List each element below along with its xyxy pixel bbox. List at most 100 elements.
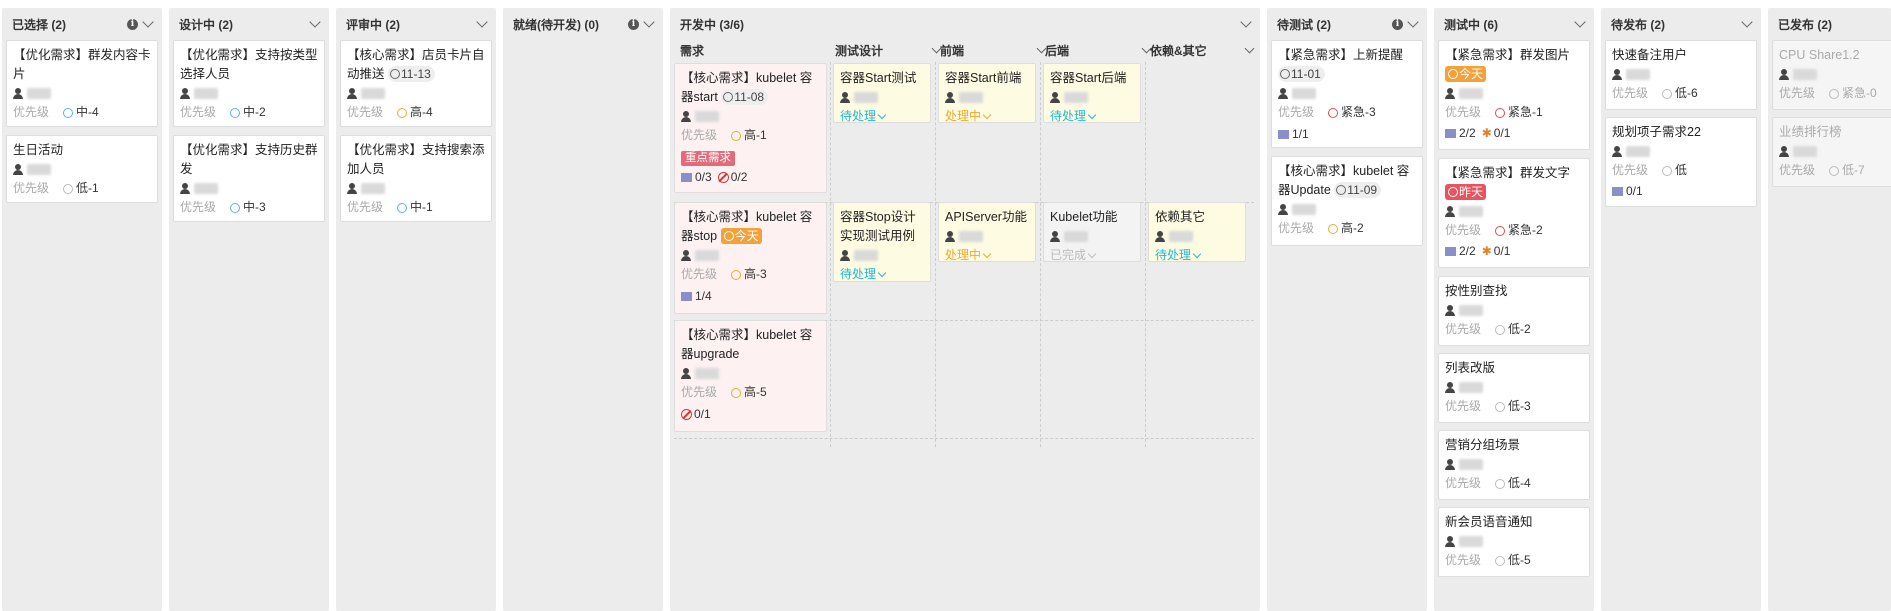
priority-ring-icon xyxy=(1328,223,1339,234)
story-card[interactable]: 新会员语音通知 优先级 低-5 xyxy=(1438,507,1590,577)
subcolumn-header-frontend[interactable]: 前端 xyxy=(940,40,1047,60)
subtask-count-text: 1/1 xyxy=(1292,127,1309,141)
card-title: 新会员语音通知 xyxy=(1445,515,1533,529)
assignee-name xyxy=(194,183,218,194)
subtask-icon xyxy=(1445,129,1456,138)
chevron-down-icon[interactable] xyxy=(1244,43,1255,53)
story-card[interactable]: 【紧急需求】上新提醒 11-01 优先级 紧急-3 1/1 xyxy=(1271,40,1423,148)
priority-value: 低-4 xyxy=(1508,476,1531,490)
chevron-down-icon[interactable] xyxy=(142,16,154,28)
card-title: 业绩排行榜 xyxy=(1779,125,1842,139)
chevron-down-icon[interactable] xyxy=(643,16,655,28)
status-dropdown[interactable]: 待处理 xyxy=(1050,107,1097,122)
column-header[interactable]: 设计中 (2) xyxy=(169,8,329,40)
chevron-down-icon[interactable] xyxy=(1574,16,1586,28)
chevron-down-icon[interactable] xyxy=(476,16,488,28)
card-title: 按性别查找 xyxy=(1445,284,1508,298)
card-title: 列表改版 xyxy=(1445,361,1496,375)
column-header[interactable]: 评审中 (2) xyxy=(336,8,496,40)
user-icon xyxy=(347,87,357,100)
story-card[interactable]: 【紧急需求】群发图片 今天 优先级 紧急-1 2/2 ✱ 0/1 xyxy=(1438,40,1590,150)
story-card[interactable]: 列表改版 优先级 低-3 xyxy=(1438,353,1590,423)
priority-label: 优先级 xyxy=(1445,105,1482,119)
subtask-count: 0/1 xyxy=(1612,182,1643,201)
card-title: 【优化需求】支持历史群发 xyxy=(180,143,318,176)
assignee-name xyxy=(959,231,983,242)
status-dropdown[interactable]: 处理中 xyxy=(945,246,992,261)
chevron-down-icon xyxy=(1192,249,1202,259)
story-card[interactable]: 【核心需求】店员卡片自动推送 11-13 优先级 高-4 xyxy=(340,40,492,127)
column-title: 待测试 (2) xyxy=(1277,17,1332,32)
priority-value: 紧急-0 xyxy=(1842,86,1877,100)
status-dropdown[interactable]: 待处理 xyxy=(840,265,887,281)
task-card[interactable]: 容器Start前端 处理中 xyxy=(938,63,1036,123)
story-card[interactable]: CPU Share1.2 优先级 紧急-0 xyxy=(1772,40,1891,110)
column-header[interactable]: 测试中 (6) xyxy=(1434,8,1594,40)
story-card[interactable]: 【核心需求】kubelet 容器Update 11-09 优先级 高-2 xyxy=(1271,156,1423,246)
assignee-name xyxy=(1793,146,1817,157)
subcolumn-header-deps[interactable]: 依赖&其它 xyxy=(1150,40,1255,60)
subcolumn-header-backend[interactable]: 后端 xyxy=(1045,40,1152,60)
column-design: 设计中 (2) 【优化需求】支持按类型选择人员 优先级 中-2 【优化需求】支持历… xyxy=(169,8,329,611)
status-dropdown[interactable]: 已完成 xyxy=(1050,246,1097,261)
info-icon[interactable]: i xyxy=(127,18,138,30)
task-card[interactable]: 依赖其它 待处理 xyxy=(1148,202,1246,262)
card-title: 【紧急需求】上新提醒 11-01 xyxy=(1278,46,1416,84)
chevron-down-icon[interactable] xyxy=(1407,16,1419,28)
status-dropdown[interactable]: 待处理 xyxy=(840,107,887,122)
chevron-down-icon[interactable] xyxy=(309,16,321,28)
subcolumn-header-test-design[interactable]: 测试设计 xyxy=(835,40,942,60)
bug-count: ✱ 0/1 xyxy=(1482,242,1511,261)
priority-label: 优先级 xyxy=(1612,86,1649,100)
chevron-down-icon[interactable] xyxy=(1240,16,1252,28)
chevron-down-icon[interactable] xyxy=(1741,16,1753,28)
assignee-name xyxy=(1169,231,1193,242)
column-header[interactable]: 已选择 (2) i xyxy=(2,8,162,40)
story-card[interactable]: 按性别查找 优先级 低-2 xyxy=(1438,276,1590,346)
column-developing: 开发中 (3/6) 需求 测试设计 前端 后端 依赖&其它 【核心需求】kube… xyxy=(670,8,1260,611)
task-card[interactable]: Kubelet功能 已完成 xyxy=(1043,202,1141,262)
story-card[interactable]: 营销分组场景 优先级 低-4 xyxy=(1438,430,1590,500)
task-card[interactable]: 容器Stop设计实现测试用例 待处理 xyxy=(833,202,931,282)
story-card[interactable]: 【核心需求】kubelet 容器stop 今天 优先级 高-3 1/4 xyxy=(674,202,827,314)
story-card[interactable]: 【紧急需求】群发文字 昨天 优先级 紧急-2 2/2 ✱ 0/1 xyxy=(1438,158,1590,268)
priority-value: 高-2 xyxy=(1341,221,1364,235)
priority-value: 中-4 xyxy=(76,105,99,119)
lane-divider xyxy=(935,62,936,447)
priority-label: 优先级 xyxy=(1779,163,1816,177)
task-card[interactable]: APIServer功能 处理中 xyxy=(938,202,1036,262)
user-icon xyxy=(1278,203,1288,216)
column-header[interactable]: 就绪(待开发) (0) i xyxy=(503,8,663,40)
story-card[interactable]: 【优化需求】支持历史群发 优先级 中-3 xyxy=(173,135,325,222)
priority-label: 优先级 xyxy=(1445,476,1482,490)
status-dropdown[interactable]: 处理中 xyxy=(945,107,992,122)
story-card[interactable]: 【优化需求】支持按类型选择人员 优先级 中-2 xyxy=(173,40,325,127)
priority-ring-icon xyxy=(397,202,408,213)
story-card[interactable]: 【核心需求】kubelet 容器upgrade 优先级 高-5 0/1 xyxy=(674,320,827,432)
card-title: 营销分组场景 xyxy=(1445,438,1521,452)
assignee-name xyxy=(1459,536,1483,547)
info-icon[interactable]: i xyxy=(1392,18,1403,30)
story-card[interactable]: 【优化需求】支持搜索添加人员 优先级 中-1 xyxy=(340,135,492,222)
column-header[interactable]: 待发布 (2) xyxy=(1601,8,1761,40)
column-header[interactable]: 已发布 (2) xyxy=(1768,8,1891,40)
story-card[interactable]: 生日活动 优先级 低-1 xyxy=(6,135,158,203)
priority-ring-icon xyxy=(1328,107,1339,118)
story-card[interactable]: 【核心需求】kubelet 容器start 11-08 优先级 高-1 重点需求 … xyxy=(674,63,827,193)
info-icon[interactable]: i xyxy=(628,18,639,30)
story-card[interactable]: 【优化需求】群发内容卡片 优先级 中-4 xyxy=(6,40,158,127)
due-date: 11-09 xyxy=(1334,182,1382,198)
column-header[interactable]: 待测试 (2) i xyxy=(1267,8,1427,40)
status-dropdown[interactable]: 待处理 xyxy=(1155,246,1202,261)
card-title-text: 【紧急需求】群发文字 xyxy=(1445,166,1571,180)
priority-value: 高-1 xyxy=(744,128,767,142)
story-card[interactable]: 快速备注用户 优先级 低-6 xyxy=(1605,40,1757,110)
story-card[interactable]: 规划项子需求22 优先级 低 0/1 xyxy=(1605,117,1757,207)
column-header[interactable]: 开发中 (3/6) xyxy=(670,8,1260,40)
column-ready: 就绪(待开发) (0) i xyxy=(503,8,663,611)
task-card[interactable]: 容器Start测试 待处理 xyxy=(833,63,931,123)
story-card[interactable]: 业绩排行榜 优先级 低-7 xyxy=(1772,117,1891,187)
task-card[interactable]: 容器Start后端 待处理 xyxy=(1043,63,1141,123)
card-title: 规划项子需求22 xyxy=(1612,125,1701,139)
column-title: 已选择 (2) xyxy=(12,17,67,32)
